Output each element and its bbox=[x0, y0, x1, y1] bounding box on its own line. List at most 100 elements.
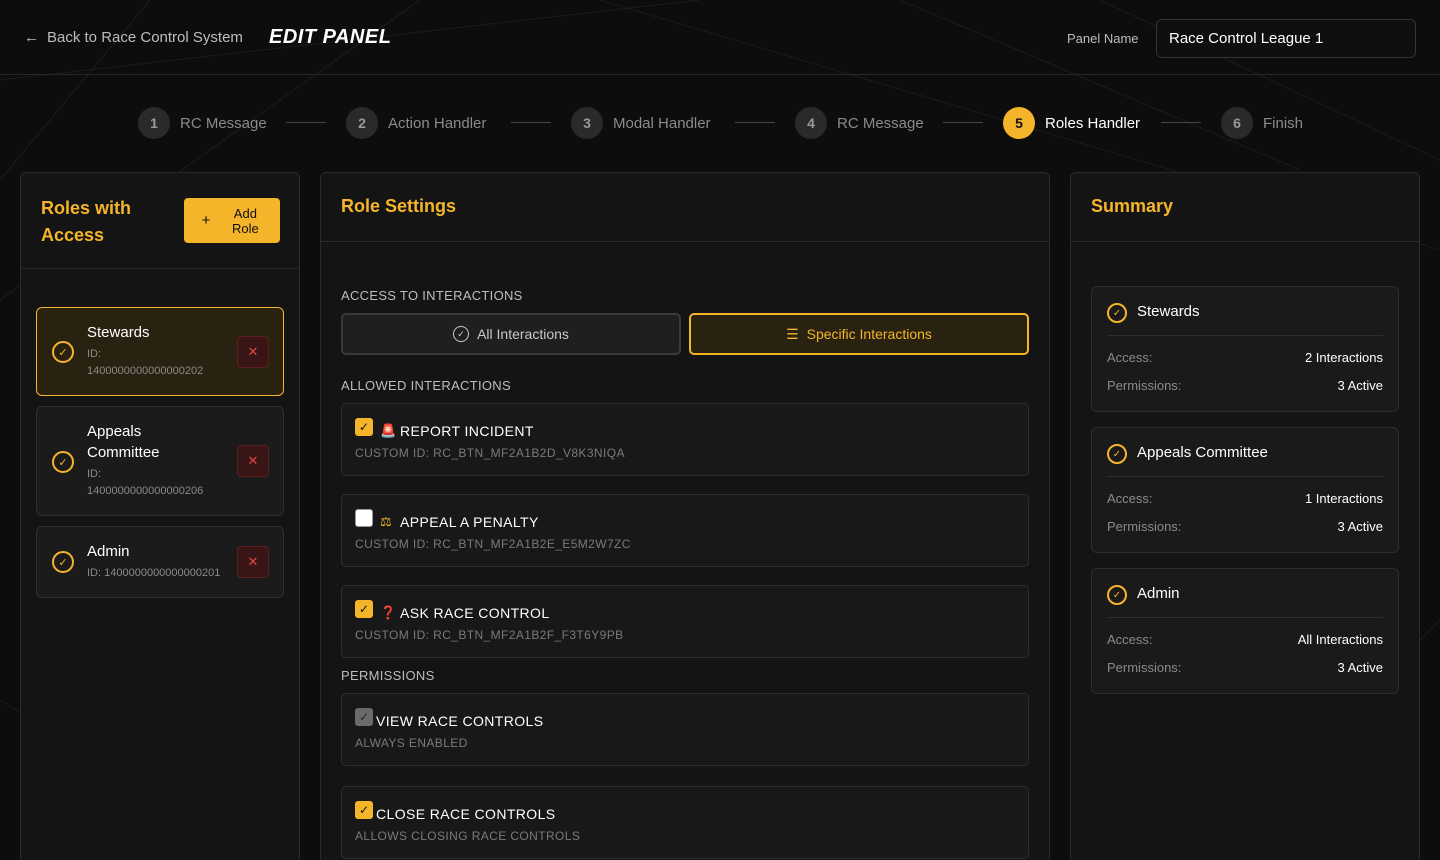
step-number: 3 bbox=[571, 107, 603, 139]
access-value: 1 Interactions bbox=[1304, 491, 1383, 506]
summary-header: Summary bbox=[1071, 173, 1419, 242]
interaction-ask-race-control[interactable]: ✓ ❓ ASK RACE CONTROL CUSTOM ID: RC_BTN_M… bbox=[341, 585, 1029, 658]
permission-title: VIEW RACE CONTROLS bbox=[376, 713, 544, 729]
step-connector bbox=[1161, 122, 1201, 123]
step-2[interactable]: 2 Action Handler bbox=[346, 105, 486, 141]
permission-checkbox[interactable]: ✓ bbox=[355, 801, 373, 819]
check-circle-icon: ✓ bbox=[52, 451, 74, 473]
panel-name-input[interactable] bbox=[1156, 19, 1416, 58]
summary-card-stewards: ✓ Stewards Access: 2 Interactions Permis… bbox=[1091, 286, 1399, 412]
panel-name-label: Panel Name bbox=[1067, 31, 1139, 46]
divider bbox=[1107, 617, 1383, 618]
arrow-left-icon: ← bbox=[24, 29, 39, 46]
access-key: Access: bbox=[1107, 632, 1153, 647]
permission-description: ALLOWS CLOSING RACE CONTROLS bbox=[355, 829, 581, 843]
step-number: 1 bbox=[138, 107, 170, 139]
permission-checkbox: ✓ bbox=[355, 708, 373, 726]
interaction-appeal-penalty[interactable]: ⚖ APPEAL A PENALTY CUSTOM ID: RC_BTN_MF2… bbox=[341, 494, 1029, 567]
roles-panel: Roles with Access + Add Role ✓ Stewards … bbox=[20, 172, 300, 860]
close-icon: ✕ bbox=[247, 554, 259, 569]
interaction-report-incident[interactable]: ✓ 🚨 REPORT INCIDENT CUSTOM ID: RC_BTN_MF… bbox=[341, 403, 1029, 476]
permissions-section-label: PERMISSIONS bbox=[341, 668, 435, 683]
delete-role-button[interactable]: ✕ bbox=[237, 445, 269, 477]
access-key: Access: bbox=[1107, 491, 1153, 506]
permissions-key: Permissions: bbox=[1107, 519, 1182, 534]
plus-icon: + bbox=[201, 212, 211, 229]
access-section-label: ACCESS TO INTERACTIONS bbox=[341, 288, 523, 303]
roles-panel-title: Roles with Access bbox=[41, 198, 132, 245]
role-settings-header: Role Settings bbox=[321, 173, 1049, 242]
role-name: Stewards bbox=[87, 324, 150, 341]
all-interactions-button[interactable]: ✓ All Interactions bbox=[341, 313, 681, 355]
role-settings-title: Role Settings bbox=[341, 196, 457, 216]
add-role-label: Add Role bbox=[232, 205, 259, 236]
permission-close-race-controls[interactable]: ✓ CLOSE RACE CONTROLS ALLOWS CLOSING RAC… bbox=[341, 786, 1029, 859]
step-4[interactable]: 4 RC Message bbox=[795, 105, 924, 141]
permissions-key: Permissions: bbox=[1107, 378, 1182, 393]
role-id-label: ID: bbox=[87, 348, 102, 360]
divider bbox=[1107, 335, 1383, 336]
check-circle-icon: ✓ bbox=[1107, 585, 1127, 605]
summary-role-name: Admin bbox=[1137, 585, 1180, 602]
interaction-checkbox[interactable]: ✓ bbox=[355, 418, 373, 436]
access-value: 2 Interactions bbox=[1304, 350, 1383, 365]
allowed-section-label: ALLOWED INTERACTIONS bbox=[341, 378, 511, 393]
role-settings-panel: Role Settings ACCESS TO INTERACTIONS ✓ A… bbox=[320, 172, 1050, 860]
role-id: ID: 1400000000000000202 bbox=[87, 346, 227, 380]
interaction-title: REPORT INCIDENT bbox=[400, 423, 534, 439]
role-card-admin[interactable]: ✓ Admin ID: 1400000000000000201 ✕ bbox=[36, 526, 284, 598]
interaction-checkbox[interactable] bbox=[355, 509, 373, 527]
summary-card-admin: ✓ Admin Access: All Interactions Permiss… bbox=[1091, 568, 1399, 694]
list-icon: ☰ bbox=[786, 325, 799, 342]
interaction-custom-id: CUSTOM ID: RC_BTN_MF2A1B2F_F3T6Y9PB bbox=[355, 628, 624, 642]
access-value: All Interactions bbox=[1297, 632, 1383, 647]
permissions-value: 3 Active bbox=[1337, 378, 1383, 393]
permissions-value: 3 Active bbox=[1337, 519, 1383, 534]
back-link-label: Back to Race Control System bbox=[47, 29, 243, 46]
step-5[interactable]: 5 Roles Handler bbox=[1003, 105, 1140, 141]
step-1[interactable]: 1 RC Message bbox=[138, 105, 267, 141]
step-6[interactable]: 6 Finish bbox=[1221, 105, 1303, 141]
step-connector bbox=[511, 122, 551, 123]
role-id: ID: 1400000000000000201 bbox=[87, 565, 237, 582]
step-number: 4 bbox=[795, 107, 827, 139]
step-connector bbox=[735, 122, 775, 123]
role-card-appeals-committee[interactable]: ✓ Appeals Committee ID: 1400000000000000… bbox=[36, 406, 284, 516]
step-number: 5 bbox=[1003, 107, 1035, 139]
page-title: EDIT PANEL bbox=[269, 26, 392, 48]
permission-description: ALWAYS ENABLED bbox=[355, 736, 468, 750]
role-id-value: 1400000000000000201 bbox=[104, 567, 221, 579]
role-id-value: 1400000000000000206 bbox=[87, 485, 204, 497]
delete-role-button[interactable]: ✕ bbox=[237, 546, 269, 578]
step-progress: 1 RC Message 2 Action Handler 3 Modal Ha… bbox=[0, 105, 1440, 141]
check-circle-icon: ✓ bbox=[1107, 303, 1127, 323]
role-card-stewards[interactable]: ✓ Stewards ID: 1400000000000000202 ✕ bbox=[36, 307, 284, 396]
interaction-title: ASK RACE CONTROL bbox=[400, 605, 550, 621]
step-label: RC Message bbox=[180, 114, 267, 132]
summary-role-name: Appeals Committee bbox=[1137, 444, 1268, 461]
step-label: Finish bbox=[1263, 114, 1304, 132]
permission-title: CLOSE RACE CONTROLS bbox=[376, 806, 556, 822]
role-name: Appeals Committee bbox=[87, 423, 160, 461]
role-id: ID: 1400000000000000206 bbox=[87, 466, 227, 500]
specific-interactions-button[interactable]: ☰ Specific Interactions bbox=[689, 313, 1029, 355]
check-circle-icon: ✓ bbox=[453, 326, 470, 342]
check-circle-icon: ✓ bbox=[52, 341, 74, 363]
add-role-button[interactable]: + Add Role bbox=[184, 198, 280, 243]
close-icon: ✕ bbox=[247, 453, 259, 468]
step-connector bbox=[943, 122, 983, 123]
interaction-custom-id: CUSTOM ID: RC_BTN_MF2A1B2D_V8K3NIQA bbox=[355, 446, 625, 460]
check-circle-icon: ✓ bbox=[52, 551, 74, 573]
step-3[interactable]: 3 Modal Handler bbox=[571, 105, 711, 141]
check-circle-icon: ✓ bbox=[1107, 444, 1127, 464]
interaction-title: APPEAL A PENALTY bbox=[400, 514, 539, 530]
interaction-checkbox[interactable]: ✓ bbox=[355, 600, 373, 618]
top-header: ← Back to Race Control System EDIT PANEL… bbox=[0, 0, 1440, 75]
back-link[interactable]: ← Back to Race Control System bbox=[24, 29, 243, 46]
summary-card-appeals-committee: ✓ Appeals Committee Access: 1 Interactio… bbox=[1091, 427, 1399, 553]
permission-view-race-controls: ✓ VIEW RACE CONTROLS ALWAYS ENABLED bbox=[341, 693, 1029, 766]
step-label: Action Handler bbox=[388, 114, 487, 132]
divider bbox=[1107, 476, 1383, 477]
delete-role-button[interactable]: ✕ bbox=[237, 336, 269, 368]
all-interactions-label: All Interactions bbox=[477, 326, 569, 342]
